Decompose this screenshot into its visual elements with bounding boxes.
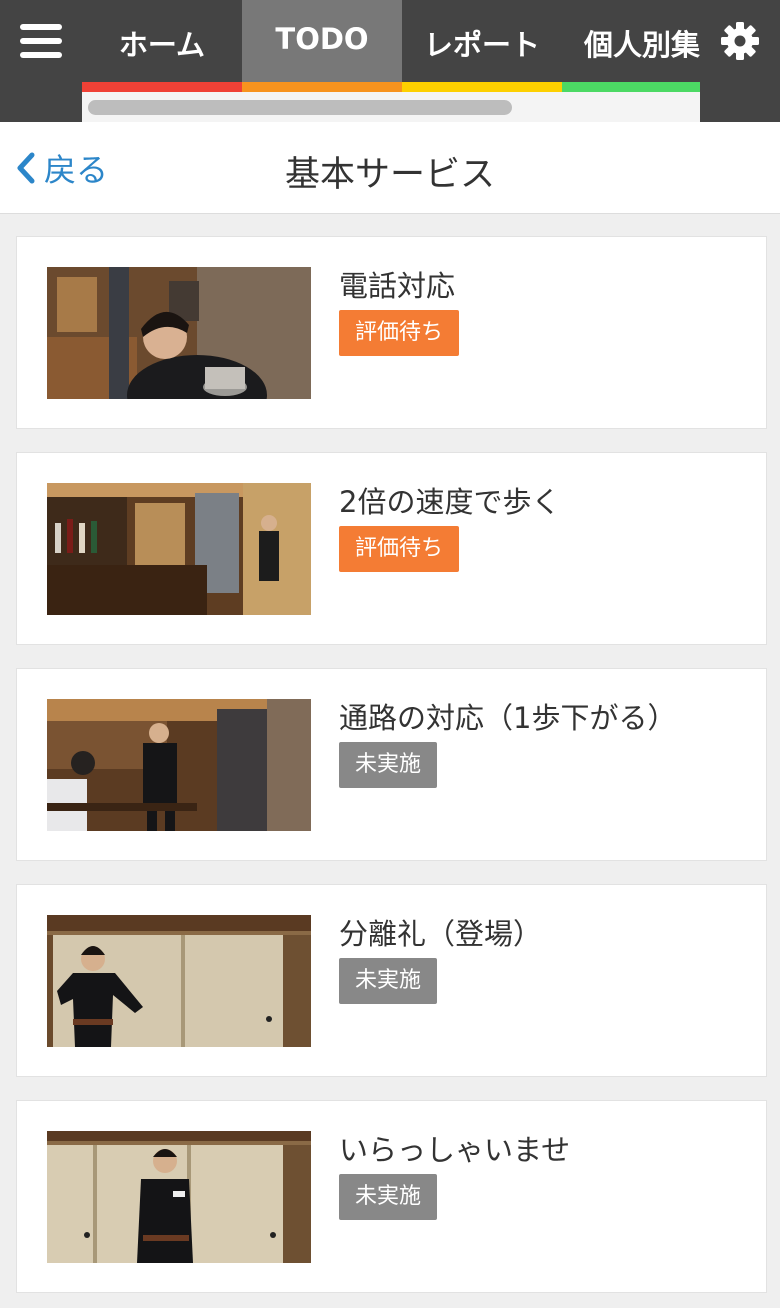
gear-icon[interactable] (700, 0, 780, 82)
video-thumbnail (47, 1131, 311, 1263)
item-title: 電話対応 (339, 269, 456, 303)
video-thumbnail (47, 699, 311, 831)
tab-report[interactable]: レポート (402, 0, 562, 92)
video-thumbnail (47, 915, 311, 1047)
status-badge: 未実施 (339, 742, 438, 788)
top-nav-bar: ホーム TODO レポート 個人別集計 (0, 0, 780, 122)
tab-todo[interactable]: TODO (242, 0, 402, 92)
item-title: 通路の対応（1歩下がる） (339, 701, 677, 735)
back-button[interactable]: 戻る (16, 146, 108, 190)
tab-label: 個人別集計 (584, 28, 700, 62)
tabs-scrollbar[interactable] (82, 92, 700, 122)
status-badge: 未実施 (339, 1174, 438, 1220)
tab-color-bar (562, 82, 700, 92)
tab-color-bar (402, 82, 562, 92)
status-badge: 評価待ち (339, 310, 460, 356)
video-thumbnail (47, 483, 311, 615)
tab-color-bar (82, 82, 242, 92)
back-label: 戻る (44, 151, 109, 189)
list-item[interactable]: 2倍の速度で歩く 評価待ち (16, 452, 767, 645)
tab-label: ホーム (118, 28, 206, 62)
task-list: 電話対応 評価待ち 2倍の速度で歩く 評価待ち 通路の対応（1歩下がる） 未実施… (16, 236, 767, 1308)
status-badge: 未実施 (339, 958, 438, 1004)
item-title: いらっしゃいませ (339, 1133, 571, 1167)
hamburger-menu-icon[interactable] (0, 0, 82, 82)
page-title: 基本サービス (284, 155, 495, 195)
list-item[interactable]: 分離礼（登場） 未実施 (16, 884, 767, 1077)
tab-label: レポート (423, 28, 540, 62)
tab-color-bar (242, 82, 402, 92)
item-title: 分離礼（登場） (339, 917, 543, 951)
status-badge: 評価待ち (339, 526, 460, 572)
nav-tabs: ホーム TODO レポート 個人別集計 (82, 0, 700, 92)
list-item[interactable]: いらっしゃいませ 未実施 (16, 1100, 767, 1293)
list-item[interactable]: 電話対応 評価待ち (16, 236, 767, 429)
video-thumbnail (47, 267, 311, 399)
tab-label: TODO (275, 22, 369, 56)
tab-home[interactable]: ホーム (82, 0, 242, 92)
chevron-left-icon (17, 152, 35, 184)
tab-individual-summary[interactable]: 個人別集計 (562, 0, 700, 92)
scrollbar-thumb[interactable] (88, 100, 512, 115)
item-title: 2倍の速度で歩く (339, 485, 561, 519)
list-item[interactable]: 通路の対応（1歩下がる） 未実施 (16, 668, 767, 861)
page-header: 戻る 基本サービス (0, 122, 780, 214)
